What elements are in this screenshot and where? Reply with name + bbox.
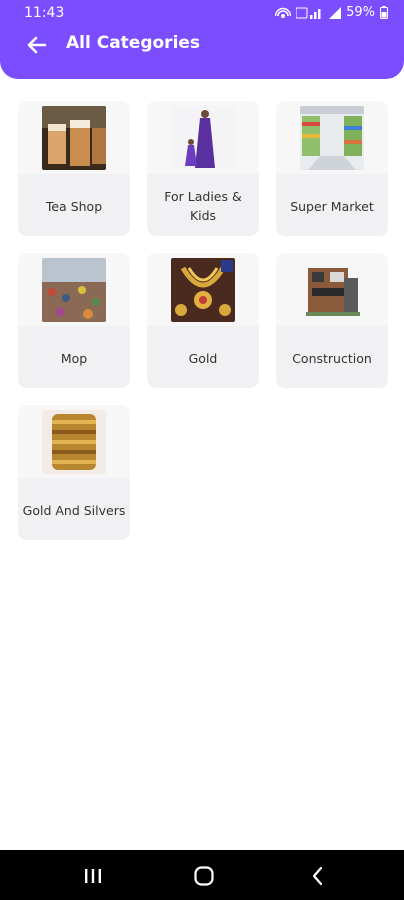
building-render-photo xyxy=(300,258,364,322)
category-label: Mop xyxy=(60,350,88,366)
status-icons: 59% xyxy=(275,5,388,20)
battery-icon xyxy=(380,6,388,19)
app-header: 11:43 59% All Categories xyxy=(0,0,404,79)
gold-bangles-photo xyxy=(42,410,106,474)
page-title: All Categories xyxy=(66,33,201,53)
category-label: Super Market xyxy=(290,198,374,214)
category-label: Construction xyxy=(292,350,372,366)
arrow-left-icon[interactable] xyxy=(24,32,50,58)
hotspot-icon xyxy=(275,7,292,18)
recent-apps-icon[interactable] xyxy=(81,865,105,887)
category-card-gold[interactable]: Gold xyxy=(147,253,259,388)
system-nav-bar xyxy=(0,850,404,900)
category-label: For Ladies & Kids xyxy=(164,189,242,223)
category-card-gold-and-silvers[interactable]: Gold And Silvers xyxy=(18,405,130,540)
category-label: Gold And Silvers xyxy=(22,502,126,518)
category-card-construction[interactable]: Construction xyxy=(276,253,388,388)
category-card-mop[interactable]: Mop xyxy=(18,253,130,388)
signal-icon xyxy=(296,7,321,19)
supermarket-aisle-photo xyxy=(300,106,364,170)
gold-jewellery-photo xyxy=(171,258,235,322)
category-card-super-market[interactable]: Super Market xyxy=(276,101,388,236)
purple-dress-photo xyxy=(171,106,235,170)
back-chevron-icon[interactable] xyxy=(306,865,330,887)
wifi-signal-icon xyxy=(329,6,342,19)
category-card-tea-shop[interactable]: Tea Shop xyxy=(18,101,130,236)
market-crowd-photo xyxy=(42,258,106,322)
category-label: Tea Shop xyxy=(45,198,103,214)
battery-percent: 59% xyxy=(346,5,375,20)
tea-glasses-photo xyxy=(42,106,106,170)
status-time: 11:43 xyxy=(24,5,65,21)
category-grid: Tea Shop For Ladies & Kids Super Market … xyxy=(18,101,388,540)
category-card-ladies-kids[interactable]: For Ladies & Kids xyxy=(147,101,259,236)
home-icon[interactable] xyxy=(192,865,216,887)
status-bar: 11:43 59% xyxy=(0,0,404,28)
category-label: Gold xyxy=(188,350,218,366)
